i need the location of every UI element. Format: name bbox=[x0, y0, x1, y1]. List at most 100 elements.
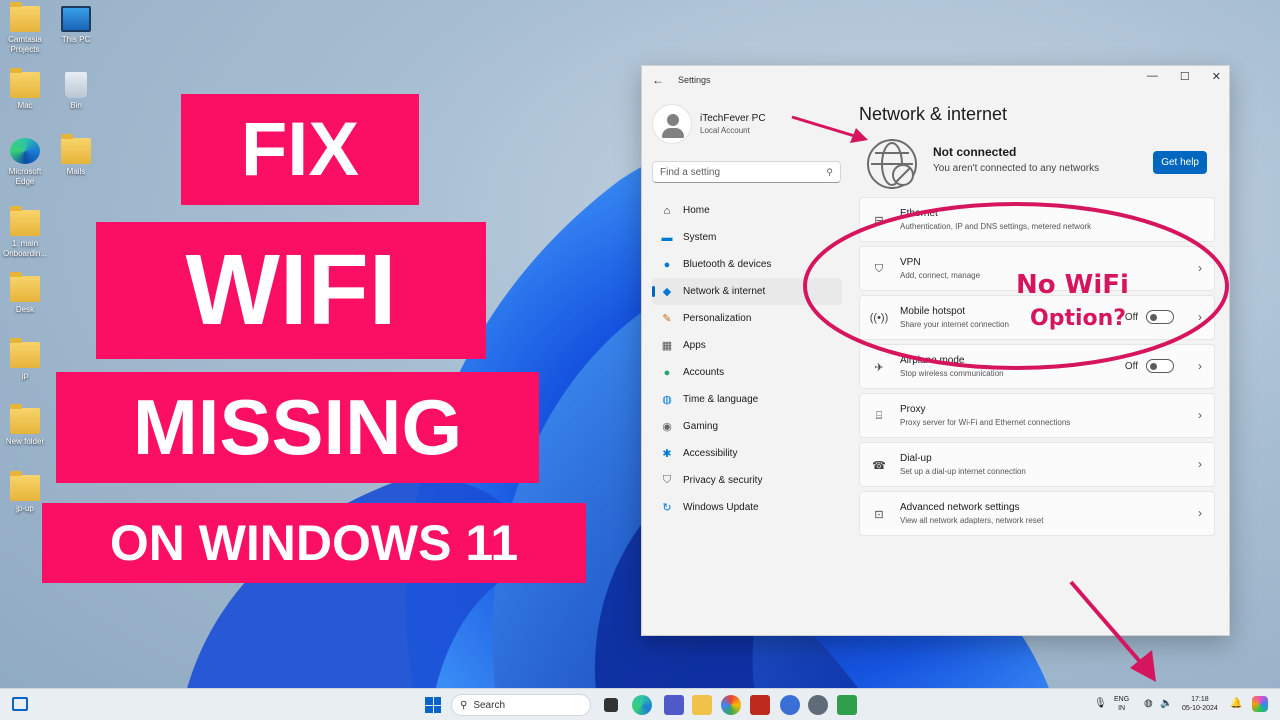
task-view-icon[interactable] bbox=[604, 698, 618, 712]
nav-accessibility[interactable]: ✱ Accessibility bbox=[652, 440, 842, 467]
copilot-icon[interactable] bbox=[1252, 696, 1268, 712]
desktop-icon-desk[interactable]: Desk bbox=[0, 272, 50, 315]
get-help-button[interactable]: Get help bbox=[1153, 151, 1207, 174]
desktop-icon-camtasia-projects[interactable]: Camtasia Projects bbox=[0, 2, 50, 55]
taskbar-search[interactable]: ⚲ Search bbox=[451, 694, 591, 716]
folder-icon bbox=[10, 2, 40, 32]
desktop-icon-mails[interactable]: Mails bbox=[51, 134, 101, 177]
maximize-icon[interactable]: ☐ bbox=[1180, 70, 1190, 83]
close-icon[interactable]: ✕ bbox=[1212, 70, 1221, 83]
folder-icon bbox=[10, 404, 40, 434]
nav-system[interactable]: ▬ System bbox=[652, 224, 842, 251]
chevron-right-icon: › bbox=[1198, 457, 1202, 471]
nav-time-language[interactable]: ◍ Time & language bbox=[652, 386, 842, 413]
apps-icon: ▦ bbox=[661, 340, 673, 352]
card-dial-up[interactable]: ☎ Dial-up Set up a dial-up internet conn… bbox=[859, 442, 1215, 487]
nav-privacy-security[interactable]: ⛉ Privacy & security bbox=[652, 467, 842, 494]
chrome-icon[interactable] bbox=[721, 695, 741, 715]
network-adapter-icon: ⊡ bbox=[874, 508, 884, 521]
settings-window: ← Settings — ☐ ✕ iTechFever PC Local Acc… bbox=[641, 65, 1230, 636]
chevron-right-icon: › bbox=[1198, 408, 1202, 422]
system-icon: ▬ bbox=[661, 231, 673, 244]
nav-network-internet[interactable]: ◆ Network & internet bbox=[652, 278, 842, 305]
search-icon: ⚲ bbox=[826, 166, 833, 177]
app-icon[interactable] bbox=[780, 695, 800, 715]
clock[interactable]: 17:18 05-10-2024 bbox=[1182, 695, 1218, 713]
settings-search-input[interactable]: Find a setting ⚲ bbox=[652, 161, 841, 183]
folder-icon bbox=[10, 338, 40, 368]
bluetooth-icon: ● bbox=[663, 258, 671, 271]
chevron-right-icon: › bbox=[1198, 261, 1202, 275]
banner-fix: FIX bbox=[181, 94, 419, 205]
desktop-icon-mac[interactable]: Mac bbox=[0, 68, 50, 111]
card-airplane-mode[interactable]: ✈ Airplane mode Stop wireless communicat… bbox=[859, 344, 1215, 389]
card-ethernet[interactable]: ⊟ Ethernet Authentication, IP and DNS se… bbox=[859, 197, 1215, 242]
chevron-right-icon: › bbox=[1198, 310, 1202, 324]
nav-apps[interactable]: ▦ Apps bbox=[652, 332, 842, 359]
accessibility-icon: ✱ bbox=[662, 448, 672, 460]
nav-windows-update[interactable]: ↻ Windows Update bbox=[652, 494, 842, 521]
nav-personalization[interactable]: ✎ Personalization bbox=[652, 305, 842, 332]
network-globe-icon[interactable]: ◍ bbox=[1144, 699, 1153, 709]
ethernet-icon: ⊟ bbox=[874, 214, 884, 227]
filezilla-icon[interactable] bbox=[750, 695, 770, 715]
back-arrow-icon[interactable]: ← bbox=[652, 73, 664, 87]
globe-clock-icon: ◍ bbox=[662, 394, 672, 406]
toggle-state: Off bbox=[1124, 360, 1138, 372]
camtasia-icon[interactable] bbox=[837, 695, 857, 715]
language-indicator[interactable]: ENG IN bbox=[1114, 695, 1129, 713]
folder-icon bbox=[61, 134, 91, 164]
settings-taskbar-icon[interactable] bbox=[808, 695, 828, 715]
card-advanced-network-settings[interactable]: ⊡ Advanced network settings View all net… bbox=[859, 491, 1215, 536]
desktop-icon-jp[interactable]: jp bbox=[0, 338, 50, 381]
widgets-icon[interactable] bbox=[12, 697, 28, 711]
volume-icon[interactable]: 🔈 bbox=[1160, 699, 1172, 709]
teams-icon[interactable] bbox=[664, 695, 684, 715]
gamepad-icon: ◉ bbox=[662, 421, 672, 433]
hotspot-icon: ((•)) bbox=[869, 312, 889, 324]
folder-icon bbox=[10, 272, 40, 302]
user-profile[interactable]: iTechFever PC Local Account bbox=[652, 104, 766, 144]
desktop-icon-this-pc[interactable]: This PC bbox=[51, 6, 101, 45]
connection-status: Not connected You aren't connected to an… bbox=[859, 135, 1215, 197]
window-title: Settings bbox=[678, 75, 711, 85]
desktop-icon-new-folder[interactable]: New folder bbox=[0, 404, 50, 447]
desktop-icon-main-onboarding[interactable]: 1. main Onboardin... bbox=[0, 206, 50, 259]
file-explorer-icon[interactable] bbox=[692, 695, 712, 715]
shield-icon: ⛉ bbox=[662, 474, 672, 486]
accounts-icon: ● bbox=[663, 366, 671, 379]
annotation-option: Option? bbox=[1030, 306, 1127, 331]
update-icon: ↻ bbox=[662, 502, 672, 514]
toggle-state: Off bbox=[1124, 311, 1138, 323]
status-title: Not connected bbox=[933, 145, 1017, 159]
wifi-icon: ◆ bbox=[662, 286, 672, 298]
card-proxy[interactable]: ⌸ Proxy Proxy server for Wi-Fi and Ether… bbox=[859, 393, 1215, 438]
recycle-bin-icon bbox=[65, 72, 87, 98]
brush-icon: ✎ bbox=[662, 313, 672, 325]
window-controls: — ☐ ✕ bbox=[1147, 70, 1221, 83]
profile-name: iTechFever PC bbox=[700, 113, 766, 124]
banner-wifi: WIFI bbox=[96, 222, 486, 359]
profile-account: Local Account bbox=[700, 126, 750, 135]
banner-on-windows-11: ON WINDOWS 11 bbox=[42, 503, 586, 583]
nav-accounts[interactable]: ● Accounts bbox=[652, 359, 842, 386]
minimize-icon[interactable]: — bbox=[1147, 70, 1158, 83]
mobile-hotspot-toggle[interactable] bbox=[1146, 310, 1174, 324]
desktop-icon-bin[interactable]: Bin bbox=[51, 72, 101, 111]
microphone-icon[interactable]: 🎙 bbox=[1094, 699, 1107, 709]
start-button[interactable] bbox=[425, 697, 441, 713]
nav-home[interactable]: ⌂ Home bbox=[652, 197, 842, 224]
desktop-icon-edge[interactable]: Microsoft Edge bbox=[0, 138, 50, 187]
settings-nav: ⌂ Home ▬ System ● Bluetooth & devices ◆ Netw… bbox=[652, 197, 842, 521]
airplane-mode-toggle[interactable] bbox=[1146, 359, 1174, 373]
annotation-no-wifi: No WiFi bbox=[1016, 270, 1129, 300]
edge-icon bbox=[10, 138, 40, 164]
folder-icon bbox=[10, 471, 40, 501]
edge-taskbar-icon[interactable] bbox=[632, 695, 652, 715]
home-icon: ⌂ bbox=[663, 204, 671, 217]
dialup-icon: ☎ bbox=[872, 459, 886, 472]
notification-bell-icon[interactable]: 🔔 bbox=[1230, 699, 1242, 709]
nav-gaming[interactable]: ◉ Gaming bbox=[652, 413, 842, 440]
nav-bluetooth-devices[interactable]: ● Bluetooth & devices bbox=[652, 251, 842, 278]
airplane-icon: ✈ bbox=[874, 361, 884, 374]
